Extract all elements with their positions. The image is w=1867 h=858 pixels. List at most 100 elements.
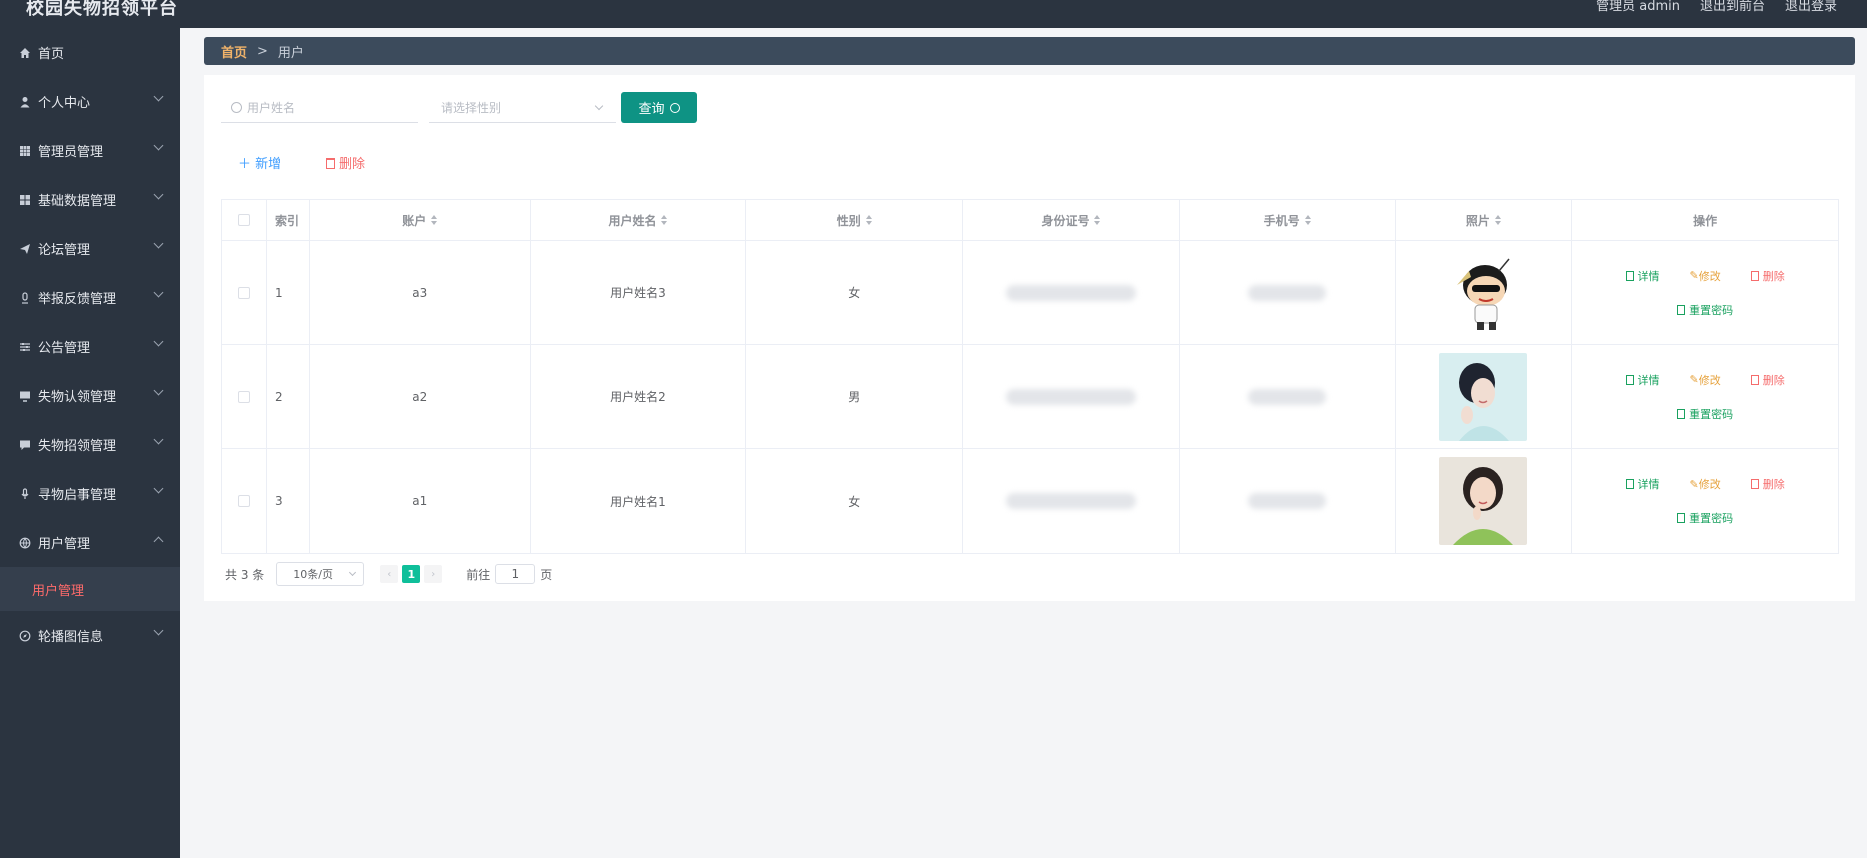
sort-icon[interactable] [1494, 215, 1501, 225]
column-label: 用户姓名 [608, 213, 657, 228]
row-checkbox[interactable] [237, 286, 250, 299]
reset-password-button[interactable]: 重置密码 [1677, 302, 1733, 318]
sort-icon[interactable] [865, 215, 872, 225]
redacted-id-number [1005, 284, 1136, 301]
delete-button[interactable]: 删除 [1750, 268, 1785, 284]
edit-label: 修改 [1698, 373, 1721, 387]
column-header-account[interactable]: 账户 [310, 200, 531, 240]
redacted-phone [1248, 388, 1327, 405]
sidebar-item-search-notice[interactable]: 寻物启事管理 [0, 469, 180, 518]
batch-delete-button[interactable]: 删除 [326, 153, 365, 172]
query-button-label: 查询 [638, 102, 665, 117]
sidebar-item-label: 轮播图信息 [38, 630, 104, 645]
detail-button[interactable]: 详情 [1625, 476, 1660, 492]
reset-password-button[interactable]: 重置密码 [1677, 510, 1733, 526]
chevron-down-icon [349, 568, 357, 577]
detail-button[interactable]: 详情 [1625, 372, 1660, 388]
sidebar-item-report[interactable]: 举报反馈管理 [0, 273, 180, 322]
sort-icon[interactable] [661, 215, 668, 225]
submenu-user-management[interactable]: 用户管理 [0, 567, 180, 611]
logout-link[interactable]: 退出登录 [1785, 0, 1837, 14]
sidebar-item-label: 失物招领管理 [38, 439, 117, 454]
cell-actions: 详情 ✎ 修改 删除 重置密码 [1572, 345, 1838, 448]
edit-icon: ✎ [1689, 269, 1699, 282]
redacted-phone [1248, 284, 1327, 301]
user-photo-cartoon[interactable] [1439, 248, 1528, 337]
delete-label: 删除 [1762, 478, 1785, 491]
reset-password-button[interactable]: 重置密码 [1677, 406, 1733, 422]
goto-suffix: 页 [540, 567, 553, 582]
chat-icon [18, 438, 32, 452]
page-number-button[interactable]: 1 [402, 565, 421, 583]
column-label: 操作 [1693, 213, 1718, 228]
column-label: 索引 [274, 213, 299, 228]
page-size-select[interactable]: 10条/页 [276, 562, 365, 586]
chevron-down-icon [153, 336, 164, 347]
column-header-id-number[interactable]: 身份证号 [963, 200, 1180, 240]
sidebar-item-label: 基础数据管理 [38, 194, 117, 209]
sidebar-item-lost-found[interactable]: 失物招领管理 [0, 420, 180, 469]
column-header-name[interactable]: 用户姓名 [531, 200, 747, 240]
table-header: 索引 账户 用户姓名 性别 身份证号 手机号 照片 操作 [222, 200, 1838, 241]
top-header: 校园失物招领平台 管理员 admin 退出到前台 退出登录 [0, 0, 1867, 28]
add-button[interactable]: ＋ 新增 [238, 153, 281, 172]
chevron-down-icon [153, 91, 164, 102]
sort-icon[interactable] [431, 215, 438, 225]
sidebar-item-label: 寻物启事管理 [38, 488, 117, 503]
edit-button[interactable]: ✎ 修改 [1690, 372, 1721, 388]
select-all-checkbox[interactable] [237, 214, 250, 226]
redacted-id-number [1005, 388, 1136, 405]
gender-select[interactable]: 请选择性别 [429, 93, 616, 123]
column-header-phone[interactable]: 手机号 [1180, 200, 1396, 240]
breadcrumb-current: 用户 [277, 45, 304, 61]
column-header-gender[interactable]: 性别 [746, 200, 964, 240]
row-checkbox[interactable] [237, 390, 250, 403]
chevron-down-icon [153, 434, 164, 445]
sidebar-item-claim[interactable]: 失物认领管理 [0, 371, 180, 420]
monitor-icon [18, 389, 32, 403]
grid-icon [18, 144, 32, 158]
add-button-label: 新增 [255, 157, 282, 172]
column-label: 性别 [836, 213, 861, 228]
sidebar-item-users[interactable]: 用户管理 [0, 518, 180, 567]
sidebar-item-forum[interactable]: 论坛管理 [0, 224, 180, 273]
sidebar-item-profile[interactable]: 个人中心 [0, 77, 180, 126]
breadcrumb-home[interactable]: 首页 [221, 42, 247, 61]
sidebar-item-label: 管理员管理 [38, 145, 104, 160]
user-photo-portrait[interactable] [1439, 352, 1528, 441]
trash-icon [1750, 479, 1759, 489]
cell-gender: 男 [746, 345, 964, 448]
sidebar-item-base-data[interactable]: 基础数据管理 [0, 175, 180, 224]
sidebar-item-notice[interactable]: 公告管理 [0, 322, 180, 371]
sort-icon[interactable] [1094, 215, 1101, 225]
cell-gender: 女 [746, 241, 964, 344]
cell-phone [1180, 241, 1396, 344]
next-page-button[interactable]: › [424, 565, 443, 583]
edit-button[interactable]: ✎ 修改 [1690, 476, 1721, 492]
sidebar-item-admin[interactable]: 管理员管理 [0, 126, 180, 175]
row-checkbox[interactable] [237, 495, 250, 507]
sidebar-item-carousel[interactable]: 轮播图信息 [0, 611, 180, 660]
microphone-icon [18, 487, 32, 501]
name-search-input[interactable]: 用户姓名 [221, 93, 418, 123]
prev-page-button[interactable]: ‹ [380, 565, 399, 583]
row-select-cell [222, 449, 267, 553]
exit-to-frontend-link[interactable]: 退出到前台 [1700, 0, 1765, 14]
sidebar-item-home[interactable]: 首页 [0, 28, 180, 77]
query-button[interactable]: 查询 [621, 92, 697, 123]
column-header-photo[interactable]: 照片 [1396, 200, 1573, 240]
detail-label: 详情 [1637, 269, 1660, 283]
goto-page-input[interactable] [495, 564, 536, 584]
sort-icon[interactable] [1304, 215, 1311, 225]
cell-account: a2 [310, 345, 531, 448]
sidebar-item-label: 论坛管理 [38, 243, 91, 258]
delete-button[interactable]: 删除 [1750, 372, 1785, 388]
edit-button[interactable]: ✎ 修改 [1690, 268, 1721, 284]
reset-label: 重置密码 [1689, 512, 1734, 525]
delete-button[interactable]: 删除 [1750, 476, 1785, 492]
cell-id-number [963, 241, 1180, 344]
detail-button[interactable]: 详情 [1625, 268, 1660, 284]
mic-icon [18, 291, 32, 305]
cell-photo [1396, 241, 1573, 344]
user-photo-portrait[interactable] [1439, 457, 1528, 545]
